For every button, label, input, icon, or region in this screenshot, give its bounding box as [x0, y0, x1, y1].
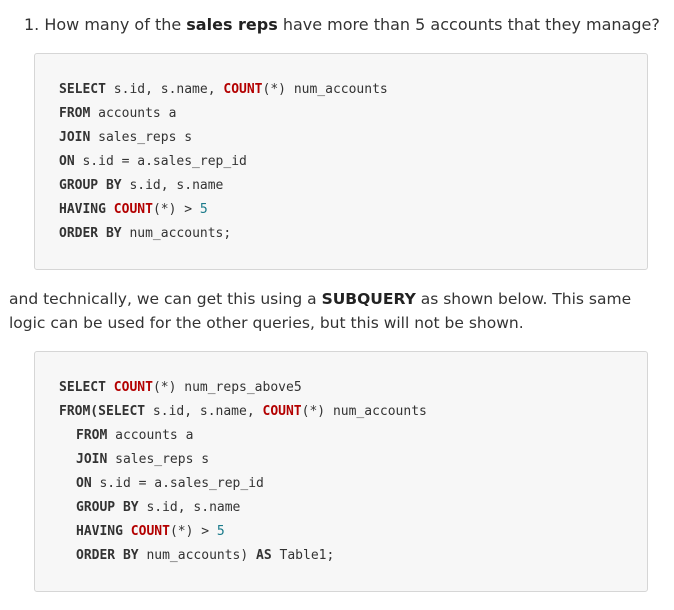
- sql-text: (*) >: [152, 202, 200, 217]
- sql-keyword: SELECT: [59, 380, 106, 395]
- sql-keyword: ON: [76, 476, 92, 491]
- sql-function: COUNT: [113, 202, 153, 217]
- sql-text: num_accounts;: [121, 226, 232, 241]
- sql-text: s.id, s.name,: [105, 82, 224, 97]
- sql-text: s.id, s.name: [121, 178, 224, 193]
- paragraph-bold-term: SUBQUERY: [321, 290, 416, 308]
- question-bold-term: sales reps: [186, 15, 278, 34]
- sql-text: s.id = a.sales_rep_id: [74, 154, 247, 169]
- sql-text: (*) >: [169, 524, 217, 539]
- sql-text: sales_reps s: [107, 452, 210, 467]
- sql-keyword: FROM(SELECT: [59, 404, 146, 419]
- code-line: ON s.id = a.sales_rep_id: [59, 150, 247, 174]
- question-suffix: have more than 5 accounts that they mana…: [277, 15, 660, 34]
- sql-keyword: HAVING: [59, 202, 106, 217]
- sql-keyword: GROUP BY: [59, 178, 122, 193]
- sql-keyword: ORDER BY: [76, 548, 139, 563]
- code-line: FROM(SELECT s.id, s.name, COUNT(*) num_a…: [59, 400, 427, 424]
- code-line: JOIN sales_reps s: [76, 448, 209, 472]
- sql-number: 5: [199, 202, 208, 217]
- sql-text: (*) num_accounts: [262, 82, 388, 97]
- code-line: GROUP BY s.id, s.name: [76, 496, 240, 520]
- sql-keyword: FROM: [76, 428, 108, 443]
- code-line: FROM accounts a: [59, 102, 176, 126]
- sql-keyword: GROUP BY: [76, 500, 139, 515]
- sql-keyword: HAVING: [76, 524, 123, 539]
- sql-function: COUNT: [113, 380, 153, 395]
- code-line: ORDER BY num_accounts) AS Table1;: [76, 544, 334, 568]
- sql-text: s.id, s.name: [138, 500, 241, 515]
- code-line: ORDER BY num_accounts;: [59, 222, 231, 246]
- code-line: HAVING COUNT(*) > 5: [59, 198, 208, 222]
- code-line: ON s.id = a.sales_rep_id: [76, 472, 264, 496]
- question-prefix: 1. How many of the: [24, 15, 187, 34]
- sql-keyword: FROM: [59, 106, 91, 121]
- explanation-paragraph: and technically, we can get this using a…: [9, 287, 669, 335]
- sql-text: num_accounts): [138, 548, 257, 563]
- sql-text: (*) num_accounts: [301, 404, 427, 419]
- code-line: JOIN sales_reps s: [59, 126, 192, 150]
- sql-text: (*) num_reps_above5: [152, 380, 302, 395]
- sql-text: accounts a: [90, 106, 177, 121]
- sql-text: Table1;: [271, 548, 335, 563]
- sql-text: s.id, s.name,: [145, 404, 263, 419]
- code-line: GROUP BY s.id, s.name: [59, 174, 223, 198]
- code-block-query1: SELECT s.id, s.name, COUNT(*) num_accoun…: [34, 53, 648, 270]
- sql-function: COUNT: [130, 524, 170, 539]
- sql-keyword: AS: [256, 548, 272, 563]
- sql-function: COUNT: [262, 404, 302, 419]
- sql-text: sales_reps s: [90, 130, 193, 145]
- sql-text: accounts a: [107, 428, 194, 443]
- code-line: SELECT COUNT(*) num_reps_above5: [59, 376, 302, 400]
- paragraph-prefix: and technically, we can get this using a: [9, 290, 322, 308]
- sql-number: 5: [216, 524, 225, 539]
- sql-function: COUNT: [223, 82, 263, 97]
- sql-keyword: JOIN: [59, 130, 91, 145]
- code-line: FROM accounts a: [76, 424, 193, 448]
- code-line: HAVING COUNT(*) > 5: [76, 520, 225, 544]
- sql-keyword: JOIN: [76, 452, 108, 467]
- code-line: SELECT s.id, s.name, COUNT(*) num_accoun…: [59, 78, 388, 102]
- code-block-query2: SELECT COUNT(*) num_reps_above5 FROM(SEL…: [34, 351, 648, 592]
- sql-text: s.id = a.sales_rep_id: [91, 476, 264, 491]
- question-heading: 1. How many of the sales reps have more …: [24, 13, 660, 37]
- sql-keyword: SELECT: [59, 82, 106, 97]
- sql-keyword: ORDER BY: [59, 226, 122, 241]
- sql-keyword: ON: [59, 154, 75, 169]
